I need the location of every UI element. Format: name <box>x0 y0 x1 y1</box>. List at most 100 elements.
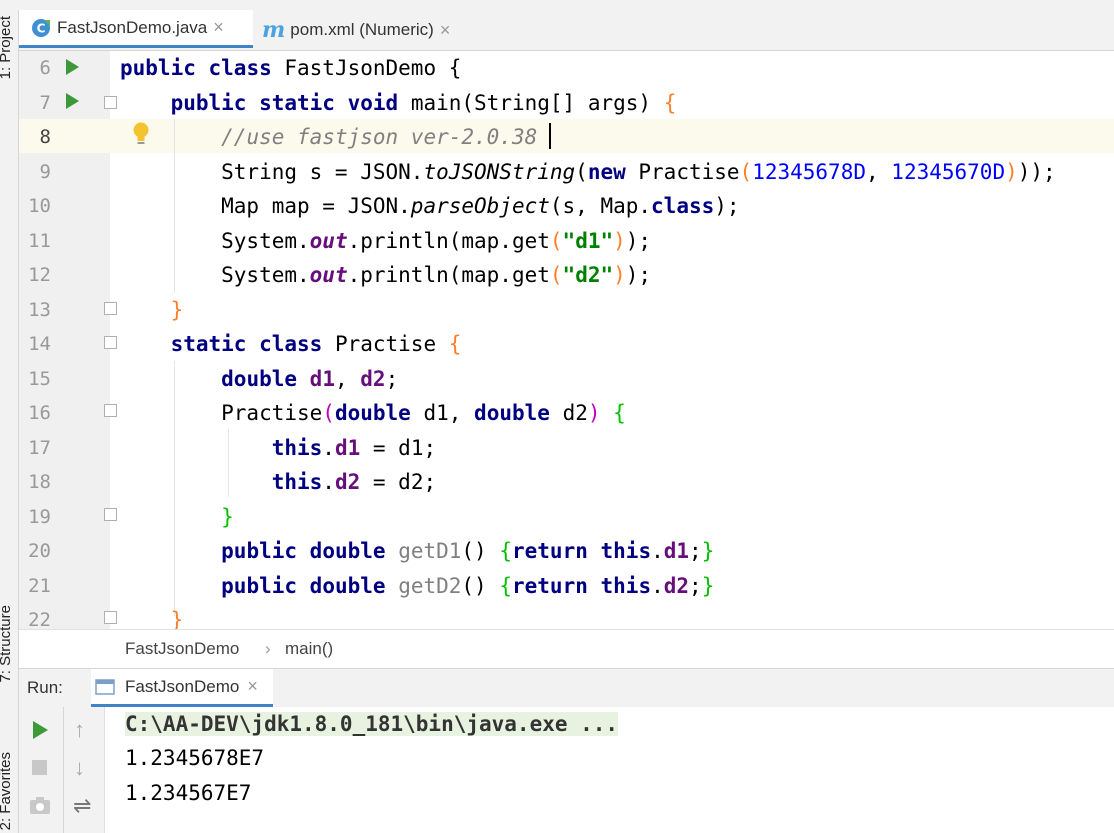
run-main-icon[interactable] <box>66 93 79 109</box>
line-number: 12 <box>28 264 51 286</box>
favorites-tool-button[interactable]: 2: Favorites <box>0 752 14 830</box>
camera-icon[interactable] <box>29 795 51 815</box>
code-token: class <box>259 332 335 356</box>
console-line: C:\AA-DEV\jdk1.8.0_181\bin\java.exe ... <box>125 707 619 741</box>
code-line[interactable]: //use fastjson ver-2.0.38 <box>120 120 537 154</box>
fold-marker-icon[interactable] <box>104 611 117 624</box>
arrow-up-icon[interactable]: ↑ <box>74 717 85 743</box>
console-line: 1.234567E7 <box>125 781 252 805</box>
run-toolbar-secondary: ↑ ↓ ⇌ <box>64 707 105 833</box>
line-number: 7 <box>39 91 51 114</box>
code-token: parseObject <box>410 194 550 218</box>
run-class-icon[interactable] <box>66 59 79 75</box>
fold-marker-icon[interactable] <box>104 336 117 349</box>
close-icon[interactable]: × <box>247 676 258 697</box>
code-token: public <box>221 573 310 598</box>
arrow-down-icon[interactable]: ↓ <box>74 755 85 781</box>
code-token: (s, Map. <box>549 194 652 218</box>
code-line[interactable]: public double getD1() {return this.d1;} <box>120 534 714 568</box>
code-line[interactable]: System.out.println(map.get("d1")); <box>120 224 651 258</box>
line-number: 11 <box>28 229 51 252</box>
title-strip <box>0 0 1114 10</box>
code-token: public <box>170 90 260 115</box>
code-token: this <box>600 539 652 563</box>
code-line[interactable]: public class FastJsonDemo { <box>120 51 461 85</box>
code-token: static <box>259 90 348 115</box>
line-number: 13 <box>28 298 51 321</box>
code-token: getD2 <box>398 573 462 598</box>
code-line[interactable]: Practise(double d1, double d2) { <box>120 396 626 430</box>
code-token: Map map = JSON. <box>120 194 411 218</box>
code-token: Practise <box>638 159 740 184</box>
code-line[interactable]: static class Practise { <box>120 327 462 361</box>
code-token: this <box>600 573 652 598</box>
tab-fastjsondemo[interactable]: C FastJsonDemo.java × <box>19 10 253 48</box>
code-line[interactable]: public static void main(String[] args) { <box>120 86 677 120</box>
code-token: = d1; <box>360 435 437 460</box>
code-token: 12345670D <box>891 159 1006 184</box>
code-token: System. <box>120 263 310 287</box>
code-line[interactable]: String s = JSON.toJSONString(new Practis… <box>120 155 1056 189</box>
code-line[interactable]: double d1, d2; <box>120 362 398 396</box>
code-token: toJSONString <box>423 159 576 184</box>
code-line[interactable]: public double getD2() {return this.d2;} <box>120 569 714 603</box>
fold-marker-icon[interactable] <box>104 96 117 109</box>
line-number: 20 <box>28 540 51 562</box>
code-line[interactable]: System.out.println(map.get("d2")); <box>120 258 651 292</box>
console-line: 1.2345678E7 <box>125 746 265 770</box>
code-line[interactable]: this.d2 = d2; <box>120 465 436 499</box>
code-token: { <box>499 539 512 563</box>
code-token: class <box>208 56 285 80</box>
code-token: ; <box>689 573 702 598</box>
code-token: . <box>322 470 335 494</box>
code-token: double <box>474 401 563 425</box>
code-line[interactable]: } <box>120 500 234 534</box>
run-toolbar <box>19 707 64 833</box>
code-line[interactable]: Map map = JSON.parseObject(s, Map.class)… <box>120 189 752 223</box>
code-token: ); <box>625 228 652 253</box>
fold-marker-icon[interactable] <box>104 302 117 315</box>
rerun-icon[interactable] <box>33 721 48 739</box>
project-tool-button[interactable]: 1: Project <box>0 16 14 79</box>
code-token: double <box>221 366 310 391</box>
tab-label: FastJsonDemo.java <box>57 17 208 37</box>
code-token: d2 <box>360 366 386 391</box>
code-token: . <box>651 573 664 598</box>
class-icon: C <box>32 18 50 37</box>
stop-icon[interactable] <box>32 760 47 775</box>
code-token: ) <box>587 401 601 425</box>
line-number: 18 <box>28 471 51 493</box>
code-token: ) <box>613 263 626 287</box>
code-line[interactable]: this.d1 = d1; <box>120 431 436 465</box>
breadcrumb-method[interactable]: main() <box>285 630 333 668</box>
lightbulb-icon[interactable] <box>131 121 151 147</box>
code-line[interactable]: } <box>120 293 184 327</box>
line-number: 19 <box>28 505 51 528</box>
code-token: .println(map.get <box>347 263 550 287</box>
line-number: 16 <box>28 402 51 424</box>
close-icon[interactable]: × <box>440 20 451 41</box>
fold-marker-icon[interactable] <box>104 508 117 521</box>
code-token: { <box>663 90 677 115</box>
tab-run-fastjsondemo[interactable]: FastJsonDemo × <box>91 669 273 707</box>
fold-marker-icon[interactable] <box>104 404 117 417</box>
code-token: double <box>309 539 399 563</box>
run-tool-header: Run: FastJsonDemo × <box>19 668 1114 708</box>
close-icon[interactable]: × <box>213 17 224 38</box>
structure-tool-button[interactable]: 7: Structure <box>0 605 14 683</box>
code-token: { <box>448 332 462 356</box>
code-token: this <box>271 435 323 460</box>
code-token: } <box>701 573 715 598</box>
code-token: d2 <box>562 401 588 425</box>
run-tab-label: FastJsonDemo <box>125 676 240 696</box>
breadcrumb-class[interactable]: FastJsonDemo <box>125 630 239 668</box>
tab-pom[interactable]: m pom.xml (Numeric) × <box>262 10 502 50</box>
soft-wrap-icon[interactable]: ⇌ <box>73 793 91 819</box>
code-token: )); <box>1017 159 1056 184</box>
